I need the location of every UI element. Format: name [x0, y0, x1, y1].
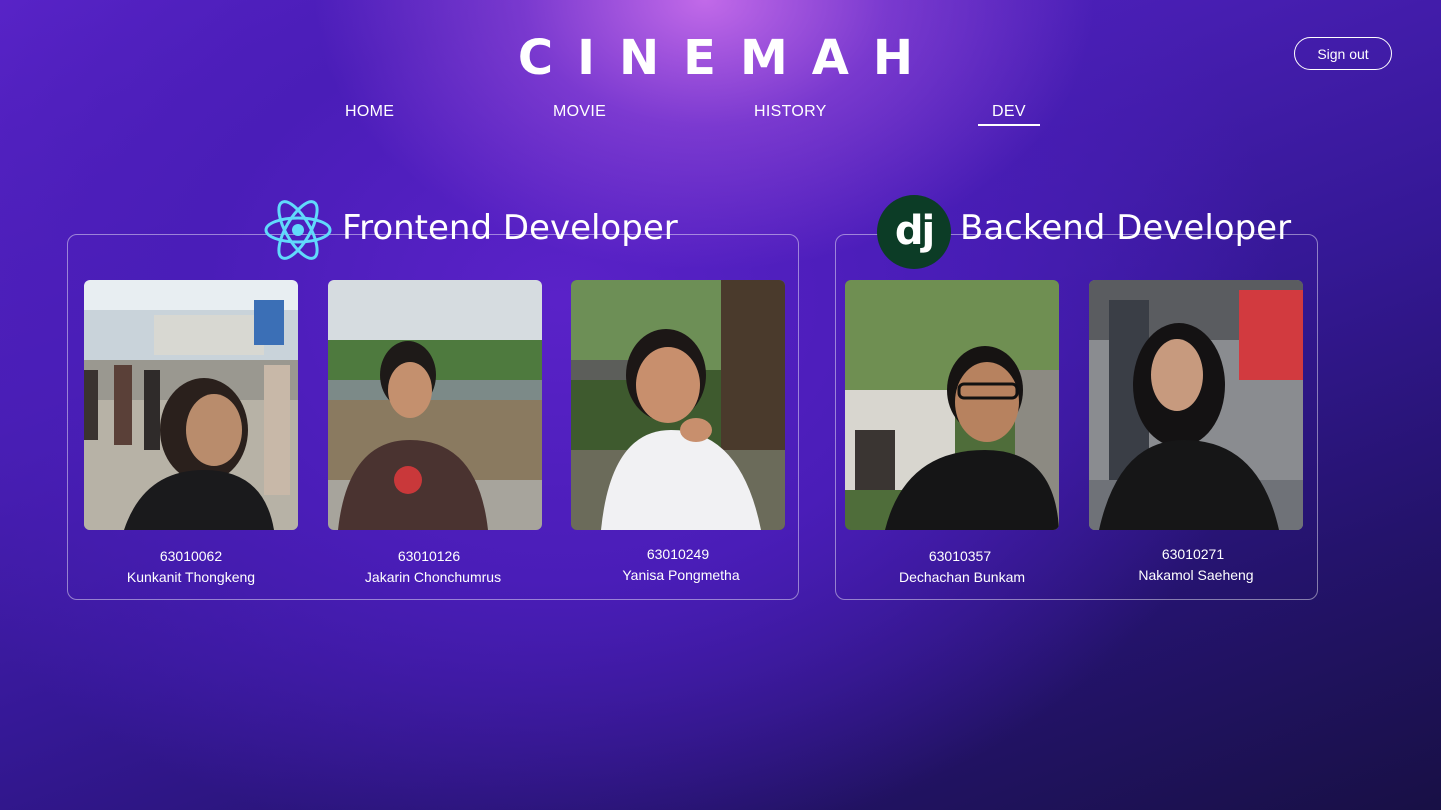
member-photo — [1089, 280, 1303, 530]
member-photo — [84, 280, 298, 530]
member-name: Kunkanit Thongkeng — [126, 569, 256, 585]
brand-logo: CINEMAH — [517, 30, 938, 86]
member-photo — [845, 280, 1059, 530]
django-logo-text: dj — [894, 208, 935, 254]
member-name: Dechachan Bunkam — [898, 569, 1026, 585]
nav-home[interactable]: HOME — [345, 103, 394, 121]
backend-title: Backend Developer — [960, 208, 1292, 248]
nav-history[interactable]: HISTORY — [754, 103, 827, 121]
django-icon: dj — [876, 194, 952, 270]
member-name: Yanisa Pongmetha — [622, 567, 740, 583]
member-id: 63010062 — [159, 548, 223, 564]
react-icon — [264, 198, 332, 262]
member-id: 63010271 — [1161, 546, 1225, 562]
member-id: 63010357 — [928, 548, 992, 564]
member-name: Nakamol Saeheng — [1138, 567, 1254, 583]
sign-out-button[interactable]: Sign out — [1294, 37, 1392, 70]
frontend-title: Frontend Developer — [342, 208, 678, 248]
member-name: Jakarin Chonchumrus — [364, 569, 502, 585]
member-id: 63010126 — [397, 548, 461, 564]
member-id: 63010249 — [646, 546, 710, 562]
nav-dev[interactable]: DEV — [978, 103, 1040, 126]
member-photo — [571, 280, 785, 530]
nav-movie[interactable]: MOVIE — [553, 103, 606, 121]
member-photo — [328, 280, 542, 530]
